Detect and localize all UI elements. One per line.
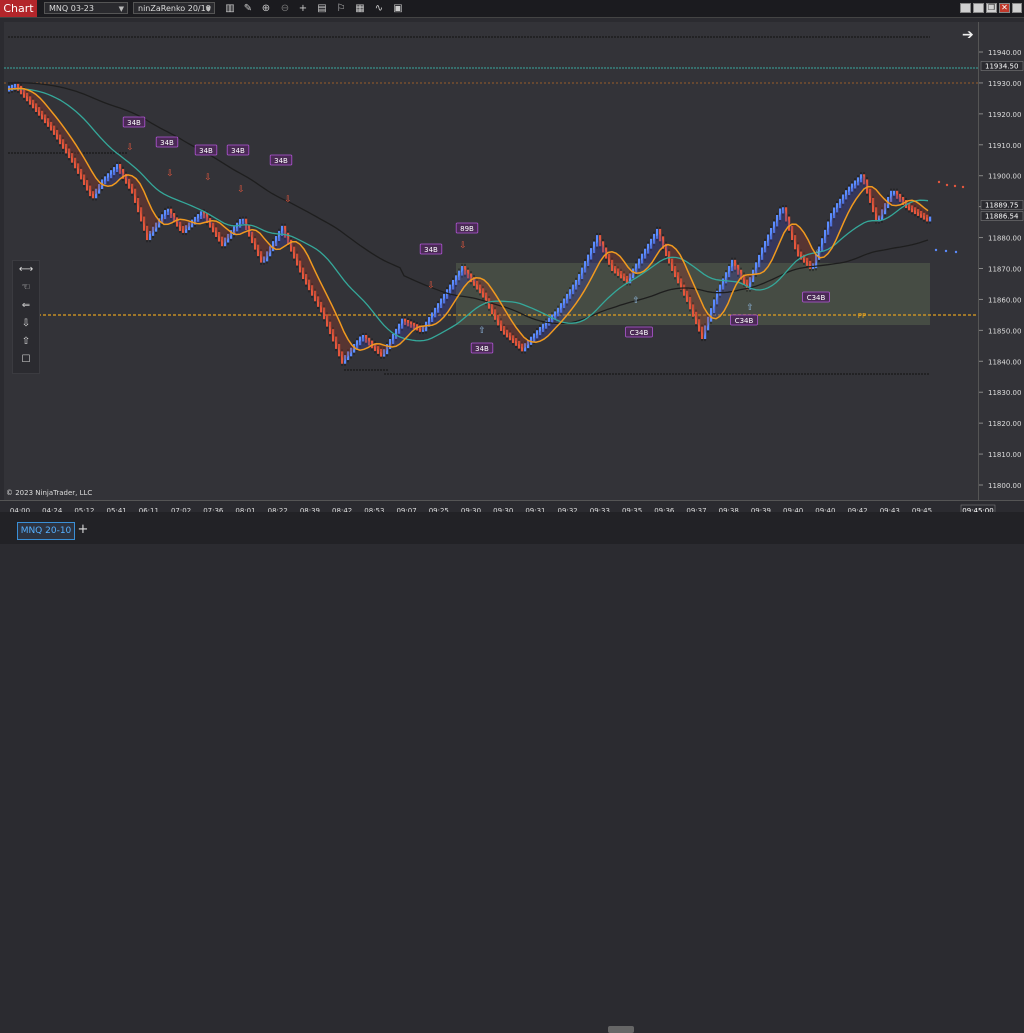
copyright-text: © 2023 NinjaTrader, LLC bbox=[6, 489, 93, 497]
signal-label: C34B bbox=[735, 317, 754, 325]
price-tick-label: 11800.00 bbox=[988, 482, 1021, 490]
zoom-in-icon[interactable]: ⊕ bbox=[260, 3, 272, 14]
price-tick-label: 11860.00 bbox=[988, 296, 1021, 304]
templates-icon[interactable]: ▦ bbox=[354, 3, 366, 14]
price-tick-label: 11850.00 bbox=[988, 327, 1021, 335]
price-tick-label: 11810.00 bbox=[988, 451, 1021, 459]
instrument-selector[interactable]: MNQ 03-23 ▼ bbox=[44, 2, 128, 14]
scroll-right-icon[interactable]: ➔ bbox=[962, 27, 974, 43]
price-tick-label: 11840.00 bbox=[988, 358, 1021, 366]
data-box-icon[interactable]: ▣ bbox=[392, 3, 404, 14]
instrument-value: MNQ 03-23 bbox=[49, 4, 94, 13]
price-tick-label: 11880.00 bbox=[988, 235, 1021, 243]
maximize-button[interactable] bbox=[973, 3, 984, 13]
ruler-icon[interactable]: ⟷ bbox=[17, 263, 35, 276]
signal-label: 34B bbox=[424, 246, 438, 254]
tab-bar bbox=[0, 512, 1024, 1033]
price-chart[interactable]: 34B 34B 34B 34B 34B 89B 34B 34B C34B C34B C34B PP ⇩ ⇩… bbox=[4, 22, 978, 500]
chevron-down-icon: ▼ bbox=[205, 5, 211, 13]
price-tick-label: 11900.00 bbox=[988, 173, 1021, 181]
signal-label: 34B bbox=[127, 119, 141, 127]
bar-type-selector[interactable]: ninZaRenko 20/10 ▼ bbox=[133, 2, 215, 14]
signal-dot bbox=[954, 250, 958, 254]
signal-dot bbox=[953, 184, 957, 188]
signal-label: 34B bbox=[475, 345, 489, 353]
line-tool-icon[interactable]: ⇐ bbox=[17, 299, 35, 312]
rectangle-icon[interactable]: ☐ bbox=[17, 353, 35, 366]
arrow-up-icon[interactable]: ⇧ bbox=[17, 335, 35, 348]
arrow-up-icon: ⇧ bbox=[814, 249, 822, 259]
price-tick-label: 11940.00 bbox=[988, 49, 1021, 57]
price-tick-label: 11910.00 bbox=[988, 142, 1021, 150]
arrow-up-icon: ⇧ bbox=[746, 303, 754, 313]
arrow-down-icon: ⇩ bbox=[459, 241, 467, 251]
price-tick-label: 11920.00 bbox=[988, 111, 1021, 119]
zoom-out-icon[interactable]: ⊖ bbox=[279, 3, 291, 14]
signal-label: 34B bbox=[274, 157, 288, 165]
signal-dot bbox=[944, 249, 948, 253]
signal-dot bbox=[961, 185, 965, 189]
signal-label: 34B bbox=[160, 139, 174, 147]
arrow-down-icon: ⇩ bbox=[427, 281, 435, 291]
price-tick-label: 11930.00 bbox=[988, 80, 1021, 88]
arrow-down-icon: ⇩ bbox=[284, 195, 292, 205]
pp-label: PP bbox=[858, 312, 866, 320]
add-tab-button[interactable]: + bbox=[76, 522, 90, 538]
signal-label: C34B bbox=[807, 294, 826, 302]
bar-type-value: ninZaRenko 20/10 bbox=[138, 4, 211, 13]
arrow-up-icon: ⇧ bbox=[478, 326, 486, 336]
price-tag-label: 11889.75 bbox=[985, 202, 1018, 210]
close-button[interactable]: ✕ bbox=[999, 3, 1010, 13]
signal-label: 34B bbox=[231, 147, 245, 155]
price-tag-label: 11886.54 bbox=[985, 213, 1019, 221]
signal-label: 89B bbox=[460, 225, 474, 233]
price-axis-svg: 11940.00 11930.00 11920.00 11910.00 11900.00… bbox=[979, 49, 1024, 490]
crosshair-icon[interactable]: + bbox=[297, 3, 309, 14]
restore-button[interactable]: ❐ bbox=[986, 3, 997, 13]
price-tag-label: 11934.50 bbox=[985, 63, 1018, 71]
price-tick-label: 11820.00 bbox=[988, 420, 1021, 428]
price-axis[interactable]: 11940.00 11930.00 11920.00 11910.00 11900.00… bbox=[978, 22, 1024, 500]
arrow-down-icon[interactable]: ⇩ bbox=[17, 317, 35, 330]
indicators-icon[interactable]: ∿ bbox=[373, 3, 385, 14]
up-bar bbox=[929, 216, 932, 222]
signal-label: C34B bbox=[630, 329, 649, 337]
arrow-down-icon: ⇩ bbox=[204, 173, 212, 183]
price-tick-label: 11870.00 bbox=[988, 266, 1021, 274]
pencil-icon[interactable]: ✎ bbox=[242, 3, 254, 14]
cloud-segment bbox=[892, 193, 896, 206]
hand-icon[interactable]: ☜ bbox=[17, 281, 35, 294]
chart-app-tab[interactable]: Chart bbox=[0, 0, 37, 17]
signal-dot bbox=[934, 248, 938, 252]
chevron-down-icon: ▼ bbox=[118, 5, 124, 13]
signal-label: 34B bbox=[199, 147, 213, 155]
arrow-up-icon: ⇧ bbox=[632, 296, 640, 306]
minimize-button[interactable] bbox=[960, 3, 971, 13]
signal-dot bbox=[937, 180, 941, 184]
chart-toolbar: Chart MNQ 03-23 ▼ ninZaRenko 20/10 ▼ ▥ ✎… bbox=[0, 0, 1024, 18]
price-tick-label: 11830.00 bbox=[988, 389, 1021, 397]
properties-icon[interactable]: ▤ bbox=[316, 3, 328, 14]
chart-tab[interactable]: MNQ 20-10 bbox=[17, 522, 75, 540]
horizontal-scrollbar[interactable] bbox=[608, 1026, 634, 1033]
bars-icon[interactable]: ▥ bbox=[224, 3, 236, 14]
chart-panel[interactable]: 34B 34B 34B 34B 34B 89B 34B 34B C34B C34B C34B PP ⇩ ⇩… bbox=[4, 22, 978, 500]
arrow-down-icon: ⇩ bbox=[237, 185, 245, 195]
strategies-icon[interactable]: ⚐ bbox=[335, 3, 347, 14]
window-menu-button[interactable] bbox=[1012, 3, 1022, 13]
arrow-down-icon: ⇩ bbox=[166, 169, 174, 179]
drawing-toolbar: ⟷ ☜ ⇐ ⇩ ⇧ ☐ bbox=[12, 260, 40, 374]
arrow-down-icon: ⇩ bbox=[126, 143, 134, 153]
signal-dot bbox=[945, 183, 949, 187]
